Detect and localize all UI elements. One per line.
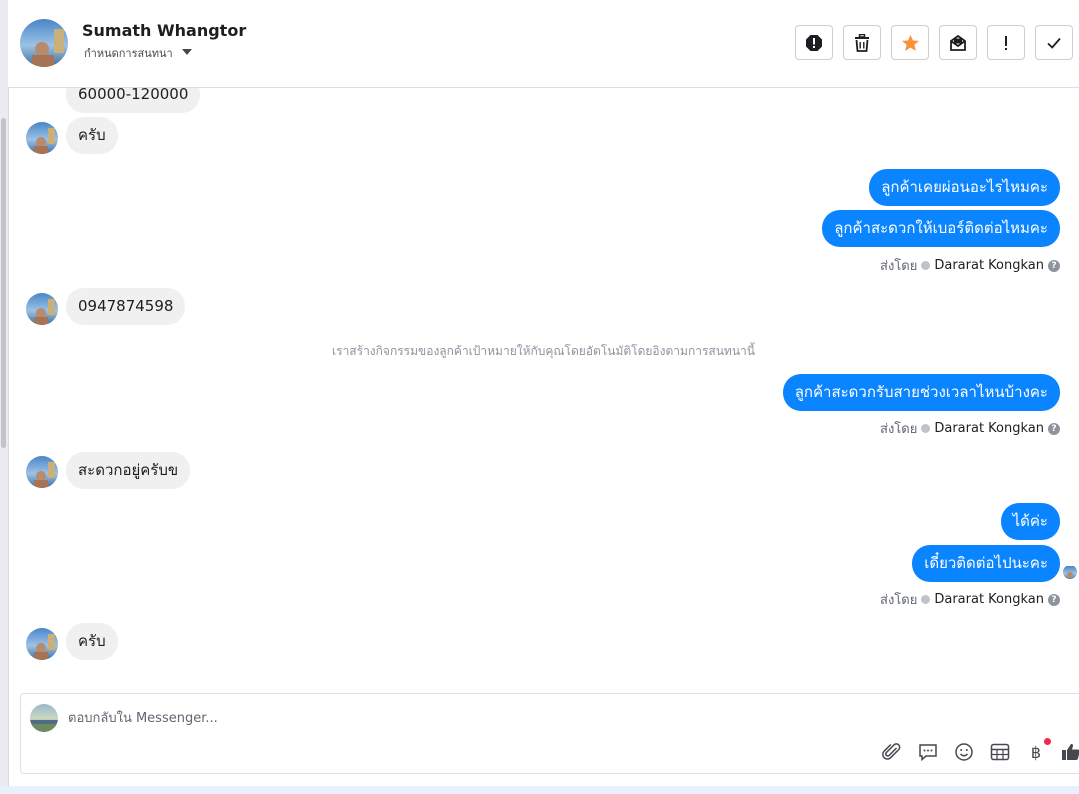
attach-file-button[interactable] bbox=[881, 741, 903, 763]
report-spam-button[interactable] bbox=[795, 25, 833, 60]
system-note: เราสร้างกิจกรรมของลูกค้าเป้าหมายให้กับคุ… bbox=[332, 344, 755, 358]
help-icon[interactable]: ? bbox=[1048, 593, 1060, 606]
help-icon[interactable]: ? bbox=[1048, 259, 1060, 272]
follow-up-button[interactable] bbox=[987, 25, 1025, 60]
incoming-message[interactable]: 60000-120000 bbox=[66, 88, 201, 113]
agent-name[interactable]: Dararat Kongkan bbox=[934, 592, 1044, 607]
chevron-down-icon[interactable] bbox=[182, 49, 192, 55]
scrollbar-thumb[interactable] bbox=[1, 118, 6, 448]
agent-name[interactable]: Dararat Kongkan bbox=[934, 258, 1044, 273]
message-thread[interactable]: 60000-120000 ครับ ลูกค้าเคยผ่อนอะไรไหมคะ… bbox=[8, 88, 1079, 692]
avatar[interactable] bbox=[26, 456, 58, 488]
outgoing-message[interactable]: เดี๋ยวติดต่อไปนะคะ bbox=[912, 545, 1060, 582]
sent-by-prefix: ส่งโดย bbox=[880, 259, 918, 274]
reply-composer: ฿ bbox=[20, 693, 1079, 774]
avatar[interactable] bbox=[26, 628, 58, 660]
incoming-message[interactable]: ครับ bbox=[66, 623, 118, 660]
exclamation-icon bbox=[1005, 35, 1007, 50]
saved-reply-icon bbox=[919, 744, 937, 762]
paperclip-icon bbox=[882, 743, 901, 760]
bottom-strip bbox=[0, 786, 1079, 794]
page-avatar bbox=[30, 704, 58, 732]
appointment-button[interactable] bbox=[989, 741, 1011, 763]
verified-icon bbox=[921, 261, 931, 270]
appointment-icon bbox=[990, 743, 1010, 761]
mark-done-button[interactable] bbox=[1035, 25, 1073, 60]
emoji-icon bbox=[955, 743, 973, 761]
star-icon bbox=[901, 34, 919, 51]
outgoing-message[interactable]: ลูกค้าเคยผ่อนอะไรไหมคะ bbox=[869, 169, 1060, 206]
sent-by-label: ส่งโดย Dararat Kongkan ? bbox=[880, 255, 1060, 276]
like-button[interactable] bbox=[1060, 741, 1079, 763]
envelope-icon bbox=[950, 34, 966, 51]
verified-icon bbox=[921, 595, 931, 604]
payment-button[interactable]: ฿ bbox=[1025, 738, 1051, 763]
agent-name[interactable]: Dararat Kongkan bbox=[934, 421, 1044, 436]
outgoing-message[interactable]: ลูกค้าสะดวกรับสายช่วงเวลาไหนบ้างคะ bbox=[782, 374, 1060, 411]
help-icon[interactable]: ? bbox=[1048, 422, 1060, 435]
conversation-header: Sumath Whangtor กำหนดการสนทนา bbox=[8, 0, 1079, 88]
avatar[interactable] bbox=[20, 19, 68, 67]
notification-dot bbox=[1044, 738, 1051, 745]
svg-text:฿: ฿ bbox=[1031, 743, 1041, 762]
delete-button[interactable] bbox=[843, 25, 881, 60]
outgoing-message[interactable]: ได้ค่ะ bbox=[1000, 503, 1060, 540]
avatar[interactable] bbox=[26, 122, 58, 154]
contact-name[interactable]: Sumath Whangtor bbox=[82, 21, 246, 40]
reply-input[interactable] bbox=[68, 708, 768, 728]
mark-unread-button[interactable] bbox=[939, 25, 977, 60]
payment-icon: ฿ bbox=[1031, 743, 1041, 762]
thumbs-up-icon bbox=[1062, 743, 1079, 760]
verified-icon bbox=[921, 424, 931, 433]
sent-by-prefix: ส่งโดย bbox=[880, 422, 918, 437]
incoming-message[interactable]: สะดวกอยู่ครับข bbox=[66, 452, 191, 489]
alert-octagon-icon bbox=[806, 34, 822, 51]
incoming-message[interactable]: 0947874598 bbox=[66, 288, 186, 325]
incoming-message[interactable]: ครับ bbox=[66, 117, 118, 154]
saved-replies-button[interactable] bbox=[917, 741, 939, 763]
conversation-settings-dropdown[interactable]: กำหนดการสนทนา bbox=[84, 44, 173, 62]
star-button[interactable] bbox=[891, 25, 929, 60]
sent-by-label: ส่งโดย Dararat Kongkan ? bbox=[880, 589, 1060, 610]
emoji-button[interactable] bbox=[953, 741, 975, 763]
outgoing-message[interactable]: ลูกค้าสะดวกให้เบอร์ติดต่อไหมคะ bbox=[822, 210, 1060, 247]
check-icon bbox=[1047, 37, 1061, 49]
trash-icon bbox=[855, 33, 869, 52]
sent-by-prefix: ส่งโดย bbox=[880, 593, 918, 608]
avatar[interactable] bbox=[26, 293, 58, 325]
sent-by-label: ส่งโดย Dararat Kongkan ? bbox=[880, 418, 1060, 439]
seen-avatar bbox=[1063, 565, 1077, 579]
